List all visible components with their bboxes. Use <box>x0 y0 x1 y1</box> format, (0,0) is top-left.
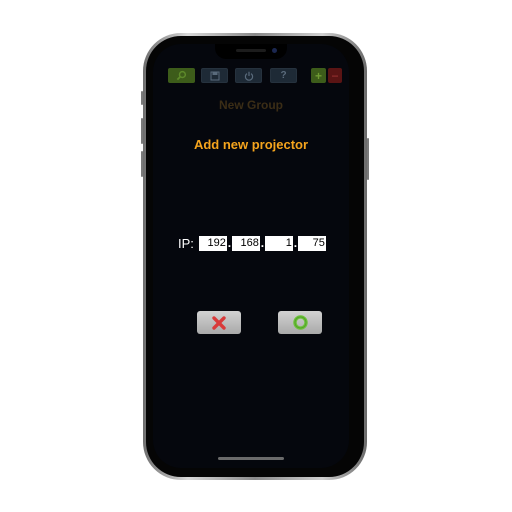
ip-octet-4[interactable] <box>297 235 326 251</box>
search-icon <box>176 70 187 81</box>
toolbar: ? + − <box>153 68 349 84</box>
remove-button[interactable]: − <box>328 68 342 83</box>
ip-label: IP: <box>178 235 194 251</box>
phone-bezel: ? + − New Group Add new projector IP: . … <box>146 36 364 477</box>
home-indicator <box>218 457 284 460</box>
ip-octet-2[interactable] <box>231 235 260 251</box>
header-title: New Group <box>218 98 283 112</box>
volume-up-button <box>141 118 143 144</box>
volume-down-button <box>141 151 143 177</box>
cancel-button[interactable] <box>197 311 241 334</box>
confirm-button[interactable] <box>278 311 322 334</box>
phone-frame: ? + − New Group Add new projector IP: . … <box>141 33 369 480</box>
help-icon: ? <box>280 70 287 81</box>
save-button[interactable] <box>201 68 228 83</box>
x-icon <box>212 315 226 330</box>
power-button[interactable] <box>235 68 262 83</box>
power-side-button <box>367 138 369 180</box>
speaker-grille <box>236 49 266 52</box>
front-camera <box>272 48 277 53</box>
ip-octet-3[interactable] <box>264 235 293 251</box>
remove-icon: − <box>331 68 339 83</box>
ip-address-row: IP: . . . <box>178 235 326 251</box>
ip-octet-1[interactable] <box>198 235 227 251</box>
power-icon <box>244 71 253 81</box>
screen: ? + − New Group Add new projector IP: . … <box>153 44 349 468</box>
dialog-title: Add new projector <box>193 137 309 152</box>
ok-ring-icon <box>292 315 308 330</box>
search-button[interactable] <box>168 68 195 83</box>
notch <box>215 44 287 59</box>
add-button[interactable]: + <box>311 68 326 83</box>
help-button[interactable]: ? <box>270 68 297 83</box>
add-icon: + <box>314 68 322 83</box>
save-icon <box>210 71 219 80</box>
silent-switch <box>141 91 143 105</box>
